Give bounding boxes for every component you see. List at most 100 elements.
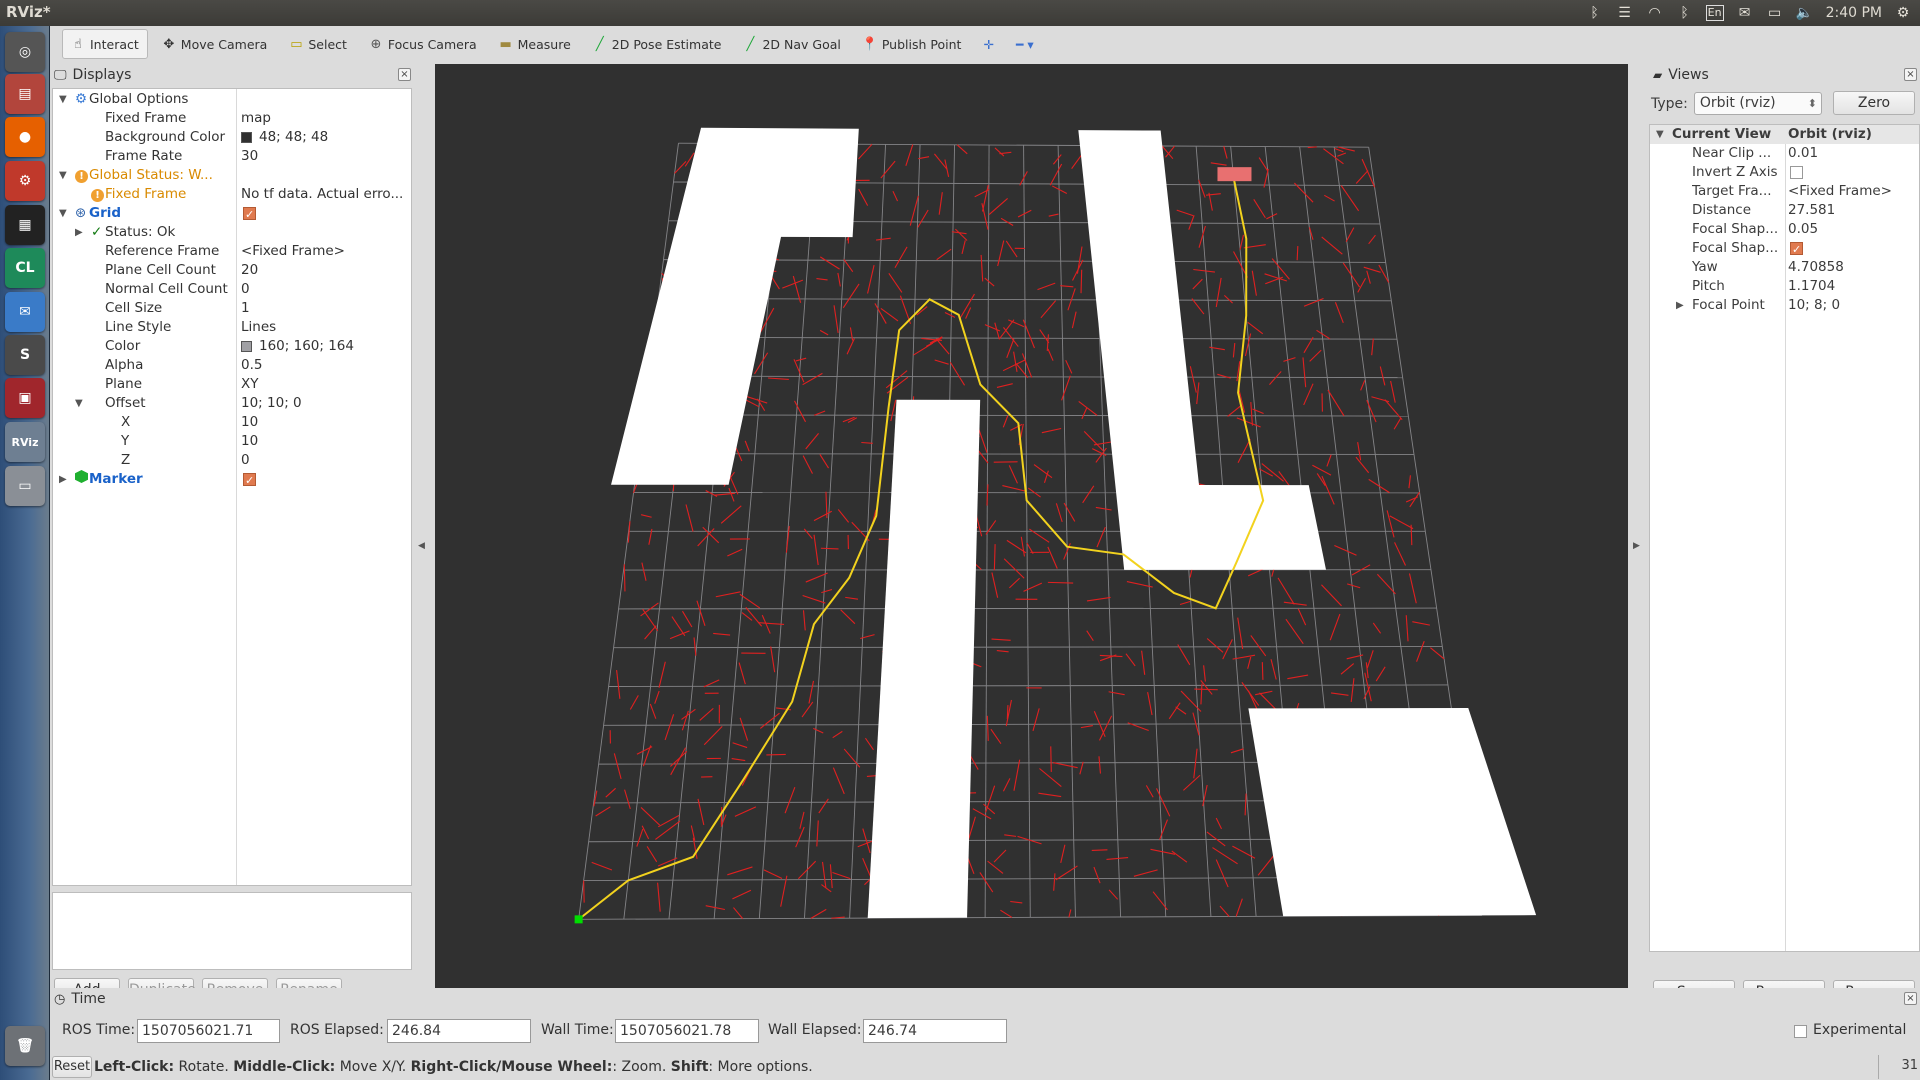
expand-arrow-icon[interactable]: ▶ bbox=[1676, 296, 1684, 315]
clock[interactable]: 2:40 PM bbox=[1826, 5, 1882, 21]
tool-publish-point[interactable]: 📍 Publish Point bbox=[855, 29, 970, 59]
launcher-presentation-icon[interactable]: ▣ bbox=[5, 378, 45, 418]
tool-2d-pose-estimate[interactable]: ╱ 2D Pose Estimate bbox=[585, 29, 730, 59]
keyboard-layout-indicator[interactable]: En bbox=[1705, 5, 1724, 21]
display-row-color[interactable]: Color 160; 160; 164 bbox=[53, 337, 411, 356]
property-value[interactable]: 0 bbox=[241, 451, 250, 470]
remove-tool-minus-icon[interactable]: ━ ▾ bbox=[1008, 29, 1042, 59]
displays-close-button[interactable]: × bbox=[398, 68, 411, 81]
collapse-arrow-icon[interactable]: ▼ bbox=[59, 90, 67, 109]
display-row-status-ok[interactable]: ▶ ✓ Status: Ok bbox=[53, 223, 411, 242]
view-property-row[interactable]: Yaw 4.70858 bbox=[1650, 258, 1919, 277]
views-tree[interactable]: ▼ Current View Orbit (rviz) Near Clip ..… bbox=[1649, 124, 1920, 952]
collapse-arrow-icon[interactable]: ▼ bbox=[59, 166, 67, 185]
tool-interact[interactable]: ☝ Interact bbox=[62, 29, 148, 59]
current-view-row[interactable]: ▼ Current View Orbit (rviz) bbox=[1650, 125, 1919, 144]
launcher-trash-icon[interactable]: 🗑 bbox=[5, 1026, 45, 1066]
launcher-sublime-icon[interactable]: S bbox=[5, 335, 45, 375]
property-value[interactable]: 0.5 bbox=[241, 356, 262, 375]
experimental-checkbox[interactable] bbox=[1794, 1025, 1807, 1038]
time-close-button[interactable]: × bbox=[1904, 992, 1917, 1005]
launcher-ubuntu-icon[interactable]: ◎ bbox=[5, 32, 45, 72]
ros-time-field[interactable]: 1507056021.71 bbox=[137, 1019, 280, 1043]
add-tool-plus-icon[interactable]: ✛ bbox=[975, 29, 1001, 59]
enabled-checkbox[interactable] bbox=[243, 471, 256, 490]
views-close-button[interactable]: × bbox=[1904, 68, 1917, 81]
launcher-deezer-icon[interactable]: ▦ bbox=[5, 205, 45, 245]
display-row-z[interactable]: Z0 bbox=[53, 451, 411, 470]
display-row-line-style[interactable]: Line Style Lines bbox=[53, 318, 411, 337]
zero-view-button[interactable]: Zero bbox=[1833, 91, 1915, 115]
view-property-row[interactable]: Pitch 1.1704 bbox=[1650, 277, 1919, 296]
launcher-firefox-icon[interactable]: ● bbox=[5, 117, 45, 157]
view-property-row[interactable]: ▶ Focal Point 10; 8; 0 bbox=[1650, 296, 1919, 315]
launcher-files-icon[interactable]: ▤ bbox=[5, 74, 45, 114]
bluetooth-icon[interactable]: ᛒ bbox=[1676, 5, 1694, 21]
expand-arrow-icon[interactable]: ▶ bbox=[59, 470, 67, 489]
view-property-row[interactable]: Focal Shap... bbox=[1650, 239, 1919, 259]
view-property-value[interactable]: <Fixed Frame> bbox=[1788, 182, 1892, 201]
view-type-select[interactable]: Orbit (rviz) bbox=[1693, 92, 1822, 115]
property-value[interactable]: 10; 10; 0 bbox=[241, 394, 302, 413]
display-row-fixed-frame[interactable]: Fixed Frame map bbox=[53, 109, 411, 128]
property-value[interactable]: XY bbox=[241, 375, 259, 394]
launcher-clion-icon[interactable]: CL bbox=[5, 248, 45, 288]
tool-2d-nav-goal[interactable]: ╱ 2D Nav Goal bbox=[735, 29, 848, 59]
display-row-offset[interactable]: ▼ Offset 10; 10; 0 bbox=[53, 394, 411, 413]
launcher-rviz-icon[interactable]: RViz bbox=[5, 422, 45, 462]
power-gear-icon[interactable]: ⚙ bbox=[1894, 5, 1912, 21]
wifi-icon[interactable]: ◠ bbox=[1646, 5, 1664, 21]
display-row-global-options[interactable]: ▼ ⚙ Global Options bbox=[53, 90, 411, 109]
display-row-grid[interactable]: ▼ ⊛ Grid bbox=[53, 204, 411, 224]
display-row-fixed-frame[interactable]: ! Fixed Frame No tf data. Actual erro... bbox=[53, 185, 411, 204]
property-value[interactable]: Lines bbox=[241, 318, 276, 337]
right-splitter-arrow[interactable]: ▶ bbox=[1633, 541, 1640, 551]
wall-elapsed-field[interactable]: 246.74 bbox=[863, 1019, 1007, 1043]
view-property-value[interactable]: 27.581 bbox=[1788, 201, 1835, 220]
property-value[interactable]: 30 bbox=[241, 147, 258, 166]
launcher-settings-icon[interactable]: ⚙ bbox=[5, 161, 45, 201]
tool-measure[interactable]: ▬ Measure bbox=[491, 29, 579, 59]
bluetooth-icon[interactable]: ᛒ bbox=[1586, 5, 1604, 21]
property-value[interactable]: <Fixed Frame> bbox=[241, 242, 345, 261]
view-property-row[interactable]: Near Clip ... 0.01 bbox=[1650, 144, 1919, 163]
left-splitter-arrow[interactable]: ◀ bbox=[418, 541, 425, 551]
menu-icon[interactable]: ☰ bbox=[1616, 5, 1634, 21]
view-property-row[interactable]: Invert Z Axis bbox=[1650, 163, 1919, 182]
view-property-checkbox[interactable] bbox=[1790, 240, 1803, 259]
tool-focus-camera[interactable]: ⊕ Focus Camera bbox=[361, 29, 485, 59]
view-property-value[interactable]: 0.05 bbox=[1788, 220, 1818, 239]
ros-elapsed-field[interactable]: 246.84 bbox=[387, 1019, 531, 1043]
displays-tree[interactable]: ▼ ⚙ Global Options Fixed Frame map Background… bbox=[52, 88, 412, 886]
view-property-row[interactable]: Focal Shap... 0.05 bbox=[1650, 220, 1919, 239]
view-property-value[interactable]: 1.1704 bbox=[1788, 277, 1835, 296]
display-row-frame-rate[interactable]: Frame Rate 30 bbox=[53, 147, 411, 166]
view-property-row[interactable]: Target Fra... <Fixed Frame> bbox=[1650, 182, 1919, 201]
display-row-x[interactable]: X 10 bbox=[53, 413, 411, 432]
display-row-global-status-w[interactable]: ▼! Global Status: W... bbox=[53, 166, 411, 185]
property-value[interactable]: 10 bbox=[241, 432, 258, 451]
display-row-reference-frame[interactable]: Reference Frame <Fixed Frame> bbox=[53, 242, 411, 261]
collapse-arrow-icon[interactable]: ▼ bbox=[59, 204, 67, 223]
launcher-drive-icon[interactable]: ▭ bbox=[5, 466, 45, 506]
property-value[interactable]: No tf data. Actual erro... bbox=[241, 185, 403, 204]
view-property-value[interactable]: 10; 8; 0 bbox=[1788, 296, 1840, 315]
display-row-marker[interactable]: ▶ Marker bbox=[53, 470, 411, 490]
property-value[interactable]: 160; 160; 164 bbox=[259, 337, 354, 356]
reset-button[interactable]: Reset bbox=[52, 1056, 92, 1078]
battery-icon[interactable]: ▭ bbox=[1766, 5, 1784, 21]
property-value[interactable]: map bbox=[241, 109, 271, 128]
launcher-thunderbird-icon[interactable]: ✉ bbox=[5, 292, 45, 332]
property-value[interactable]: 1 bbox=[241, 299, 250, 318]
tool-move-camera[interactable]: ✥ Move Camera bbox=[154, 29, 276, 59]
view-property-value[interactable]: 0.01 bbox=[1788, 144, 1818, 163]
property-value[interactable]: 48; 48; 48 bbox=[259, 128, 328, 147]
display-row-normal-cell-count[interactable]: Normal Cell Count 0 bbox=[53, 280, 411, 299]
view-property-checkbox[interactable] bbox=[1790, 166, 1803, 179]
wall-time-field[interactable]: 1507056021.78 bbox=[615, 1019, 759, 1043]
display-row-plane-cell-count[interactable]: Plane Cell Count 20 bbox=[53, 261, 411, 280]
display-row-plane[interactable]: Plane XY bbox=[53, 375, 411, 394]
display-row-alpha[interactable]: Alpha 0.5 bbox=[53, 356, 411, 375]
collapse-arrow-icon[interactable]: ▼ bbox=[75, 394, 83, 413]
mail-icon[interactable]: ✉ bbox=[1736, 5, 1754, 21]
